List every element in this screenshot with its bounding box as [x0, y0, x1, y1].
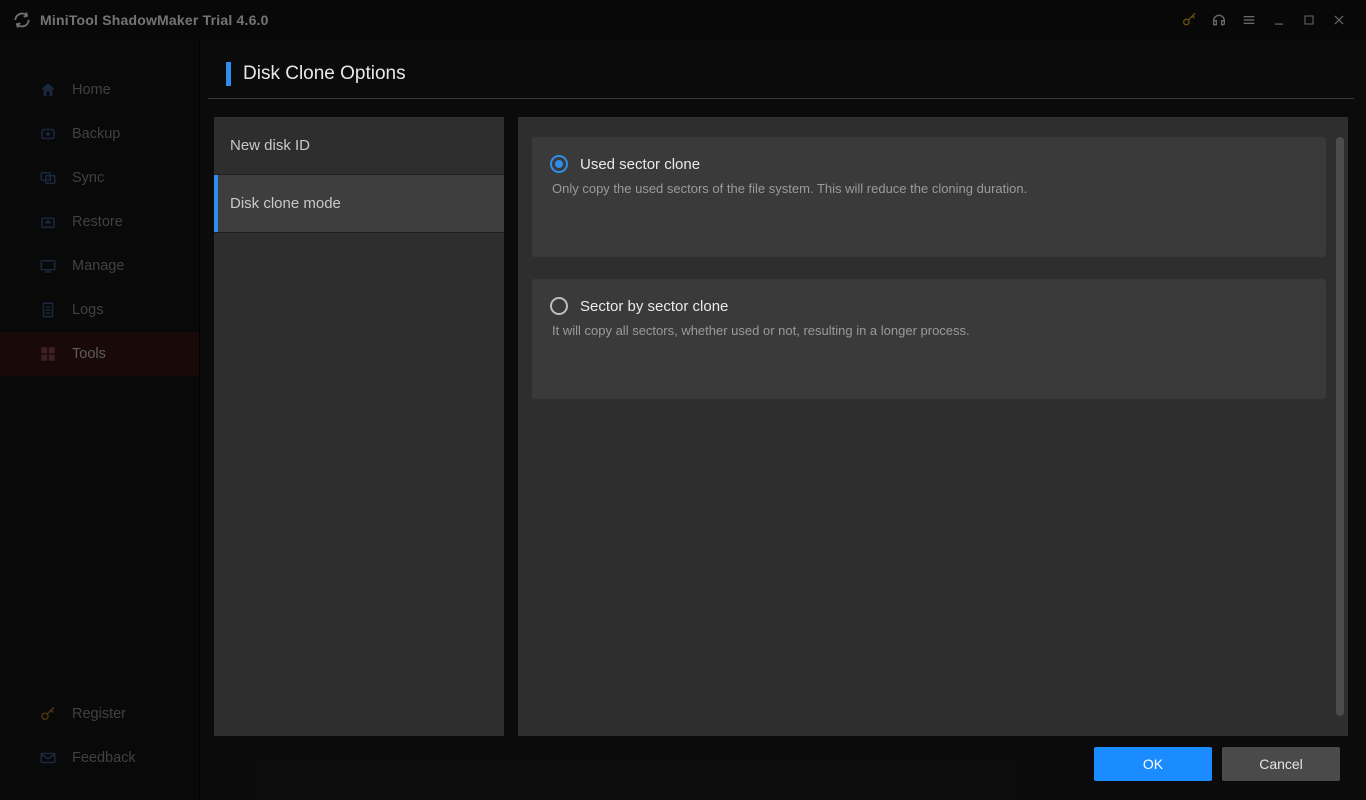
- sidebar-item-tools[interactable]: Tools: [0, 332, 199, 376]
- category-label: New disk ID: [230, 137, 310, 154]
- category-new-disk-id[interactable]: New disk ID: [214, 117, 504, 175]
- sidebar-item-label: Home: [72, 82, 111, 98]
- sidebar-item-sync[interactable]: Sync: [0, 156, 199, 200]
- option-title: Sector by sector clone: [580, 298, 728, 315]
- home-icon: [38, 80, 58, 100]
- options-category-panel: New disk ID Disk clone mode: [214, 117, 504, 736]
- options-detail-panel: Used sector clone Only copy the used sec…: [518, 117, 1348, 736]
- dialog-title: Disk Clone Options: [243, 63, 406, 85]
- window-maximize-button[interactable]: [1294, 5, 1324, 35]
- sidebar-item-backup[interactable]: Backup: [0, 112, 199, 156]
- key-icon: [38, 704, 58, 724]
- sidebar-item-label: Register: [72, 706, 126, 722]
- option-used-sector-clone[interactable]: Used sector clone Only copy the used sec…: [532, 137, 1326, 257]
- option-description: It will copy all sectors, whether used o…: [552, 323, 1308, 338]
- app-logo-icon: [12, 10, 32, 30]
- titlebar-menu-button[interactable]: [1234, 5, 1264, 35]
- window-close-button[interactable]: [1324, 5, 1354, 35]
- titlebar-key-button[interactable]: [1174, 5, 1204, 35]
- titlebar: MiniTool ShadowMaker Trial 4.6.0: [0, 0, 1366, 40]
- manage-icon: [38, 256, 58, 276]
- sidebar-item-logs[interactable]: Logs: [0, 288, 199, 332]
- option-sector-by-sector-clone[interactable]: Sector by sector clone It will copy all …: [532, 279, 1326, 399]
- sidebar-item-label: Backup: [72, 126, 120, 142]
- dialog-divider: [208, 98, 1354, 99]
- vertical-scrollbar[interactable]: [1336, 137, 1344, 716]
- sidebar-item-register[interactable]: Register: [0, 692, 199, 736]
- disk-clone-options-dialog: Disk Clone Options New disk ID Disk clon…: [208, 50, 1354, 792]
- category-label: Disk clone mode: [230, 195, 341, 212]
- sidebar: Home Backup Sync Restore Manage: [0, 40, 200, 800]
- sync-icon: [38, 168, 58, 188]
- mail-icon: [38, 748, 58, 768]
- sidebar-item-label: Feedback: [72, 750, 136, 766]
- logs-icon: [38, 300, 58, 320]
- sidebar-item-label: Logs: [72, 302, 103, 318]
- header-accent-bar: [226, 62, 231, 86]
- sidebar-item-label: Restore: [72, 214, 123, 230]
- sidebar-item-home[interactable]: Home: [0, 68, 199, 112]
- sidebar-item-label: Manage: [72, 258, 124, 274]
- sidebar-item-restore[interactable]: Restore: [0, 200, 199, 244]
- backup-icon: [38, 124, 58, 144]
- restore-icon: [38, 212, 58, 232]
- dialog-header: Disk Clone Options: [208, 50, 1354, 98]
- titlebar-headset-button[interactable]: [1204, 5, 1234, 35]
- dialog-footer: OK Cancel: [208, 736, 1354, 792]
- sidebar-item-manage[interactable]: Manage: [0, 244, 199, 288]
- sidebar-item-feedback[interactable]: Feedback: [0, 736, 199, 780]
- sidebar-item-label: Sync: [72, 170, 104, 186]
- app-title: MiniTool ShadowMaker Trial 4.6.0: [40, 12, 269, 28]
- tools-icon: [38, 344, 58, 364]
- option-title: Used sector clone: [580, 156, 700, 173]
- category-disk-clone-mode[interactable]: Disk clone mode: [214, 175, 504, 233]
- radio-sector-by-sector-clone[interactable]: [550, 297, 568, 315]
- ok-button[interactable]: OK: [1094, 747, 1212, 781]
- sidebar-item-label: Tools: [72, 346, 106, 362]
- option-description: Only copy the used sectors of the file s…: [552, 181, 1308, 196]
- radio-used-sector-clone[interactable]: [550, 155, 568, 173]
- window-minimize-button[interactable]: [1264, 5, 1294, 35]
- cancel-button[interactable]: Cancel: [1222, 747, 1340, 781]
